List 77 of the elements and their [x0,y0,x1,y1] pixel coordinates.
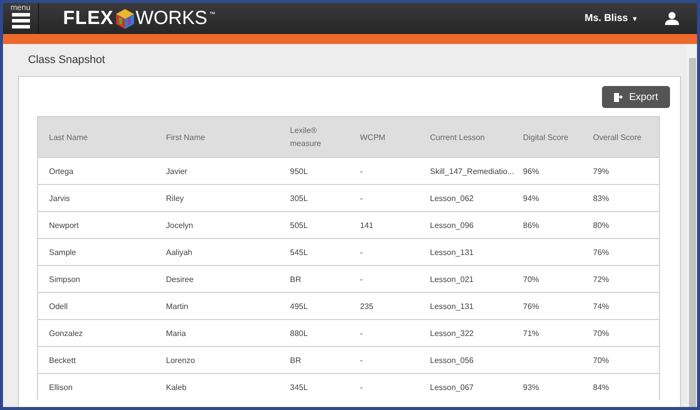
scrollbar[interactable] [687,44,697,407]
table-cell-text: 76% [522,302,540,310]
table-cell-text: 76% [592,248,610,256]
table-cell-text: Lesson_062 [429,194,475,202]
table-cell-text: Kaleb [165,382,188,392]
table-cell-text: Sample [48,248,78,256]
table-cell-text: - [359,248,364,256]
table-cell-text: 94% [522,194,540,202]
table-cell-text: 141 [359,220,374,230]
table-cell-text: 495L [289,302,309,310]
table-cell-text: 84% [592,382,610,392]
table-cell-text: 86% [522,220,540,230]
table-cell-text: Desiree [165,274,195,284]
column-header: WCPM [359,132,386,144]
table-cell-text: 74% [592,302,610,310]
table-cell-text: 545L [289,248,309,256]
logo-text: WORKS [136,8,208,30]
column-header: Overall Score [592,132,642,144]
column-header: Digital Score [522,132,570,144]
table-cell-text: Lesson_021 [429,274,475,284]
user-icon[interactable] [665,12,679,25]
table-cell-text: Jocelyn [165,220,194,230]
export-icon [614,92,624,102]
column-header: Last Name [48,132,89,144]
table-cell-text: 70% [592,328,610,338]
table-cell-text: BR [289,274,302,284]
table-cell-text: 70% [522,274,540,284]
table-cell-text: Ortega [48,166,74,176]
table-cell-text: - [359,356,364,364]
page-title: Class Snapshot [27,53,106,68]
table-cell-text: - [359,382,364,392]
table-cell-text: 71% [522,328,540,338]
table-cell-text: 345L [289,382,309,392]
menu-icon [12,13,30,29]
table-cell-text: Lesson_131 [429,248,475,256]
table-cell-text: Jarvis [48,194,71,202]
column-header: Current Lesson [429,132,486,144]
table-cell-text: 96% [522,166,540,176]
table-cell-text: Newport [48,220,80,230]
table-cell-text: - [359,166,364,176]
table-cell-text: Javier [165,166,188,176]
table-cell-text: 235 [359,302,374,310]
table-cell-text: Lesson_131 [429,302,475,310]
table-cell-text: Beckett [48,356,77,364]
table-cell-text: 70% [592,356,610,364]
table-cell-text: - [359,328,364,338]
table-cell-text: Lesson_067 [429,382,475,392]
column-header: First Name [165,132,206,144]
table-cell-text: Lorenzo [165,356,196,364]
cube-icon [116,8,134,28]
logo-text: FLEX [63,8,114,30]
table-cell-text: 83% [592,194,610,202]
table-cell-text: 93% [522,382,540,392]
table-cell-text: Gonzalez [48,328,84,338]
table-cell-text: 505L [289,220,309,230]
table-cell-text: Lesson_322 [429,328,475,338]
table-cell-text: Lesson_056 [429,356,475,364]
table-cell-text: 950L [289,166,309,176]
table-cell-text: - [359,194,364,202]
table-cell-text: 79% [592,166,610,176]
table-cell-text: 305L [289,194,309,202]
table-cell-text: 880L [289,328,309,338]
column-header: Lexile® measure [289,125,322,150]
table-cell-text: Martin [165,302,190,310]
table-cell-text: - [359,274,364,284]
table-cell-text: Odell [48,302,69,310]
table-cell-text: 72% [592,274,610,284]
table-cell-text: Maria [165,328,188,338]
table-cell-text: Lesson_096 [429,220,475,230]
table-cell-text: 80% [592,220,610,230]
table-cell-text: Skill_147_Remediatio... [429,166,512,176]
table-cell-text: BR [289,356,302,364]
table-cell-text: Ellison [48,382,74,392]
table-cell-text: Aaliyah [165,248,194,256]
table-cell-text: Riley [165,194,185,202]
export-button[interactable]: Export [602,86,670,108]
table-cell-text: Simpson [48,274,82,284]
